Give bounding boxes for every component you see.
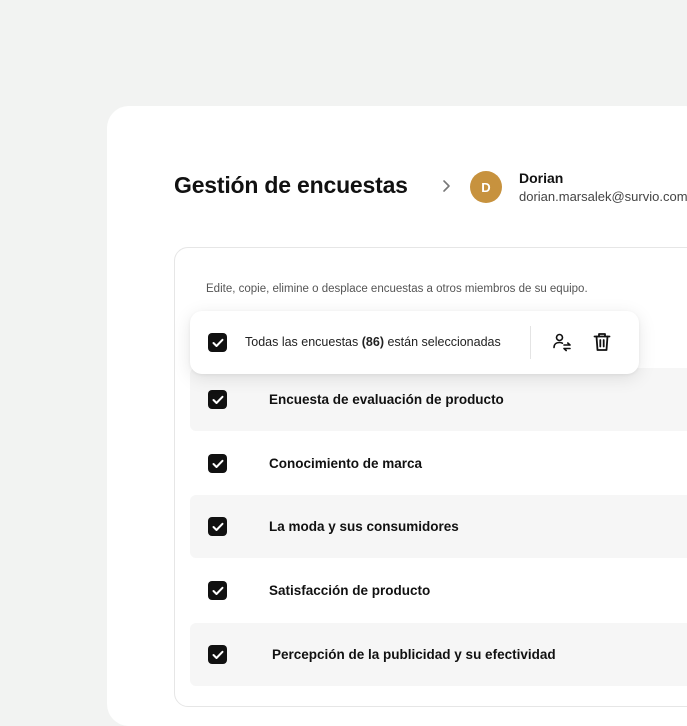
survey-label[interactable]: La moda y sus consumidores [269,519,459,534]
survey-label[interactable]: Satisfacción de producto [269,583,430,598]
user-transfer-icon [553,333,571,352]
survey-row[interactable]: Conocimiento de marca [190,432,687,495]
check-icon [212,395,223,404]
survey-checkbox[interactable] [208,390,227,409]
delete-surveys-button[interactable] [591,331,613,353]
check-icon [212,586,223,595]
survey-checkbox[interactable] [208,517,227,536]
survey-label[interactable]: Encuesta de evaluación de producto [269,392,504,407]
panel-description: Edite, copie, elimine o desplace encuest… [206,283,588,295]
selection-bar: Todas las encuestas (86) están seleccion… [190,311,639,374]
user-email: dorian.marsalek@survio.com [519,189,687,204]
page-title: Gestión de encuestas [174,172,408,198]
survey-label[interactable]: Percepción de la publicidad y su efectiv… [272,647,556,662]
user-name: Dorian [519,170,564,186]
survey-row[interactable]: La moda y sus consumidores [190,495,687,558]
chevron-right-icon [443,180,450,192]
survey-checkbox[interactable] [208,454,227,473]
survey-row[interactable]: Encuesta de evaluación de producto [190,368,687,431]
survey-checkbox[interactable] [208,645,227,664]
avatar[interactable]: D [470,171,502,203]
move-surveys-button[interactable] [551,331,573,353]
select-all-checkbox[interactable] [208,333,227,352]
check-icon [212,459,223,468]
survey-label[interactable]: Conocimiento de marca [269,456,422,471]
selection-status: Todas las encuestas (86) están seleccion… [245,335,501,349]
survey-row[interactable]: Satisfacción de producto [190,559,687,622]
check-icon [212,338,223,347]
selection-count: (86) [361,335,384,349]
divider [530,326,531,359]
survey-row[interactable]: Percepción de la publicidad y su efectiv… [190,623,687,686]
survey-checkbox[interactable] [208,581,227,600]
check-icon [212,650,223,659]
check-icon [212,522,223,531]
trash-icon [593,333,611,351]
